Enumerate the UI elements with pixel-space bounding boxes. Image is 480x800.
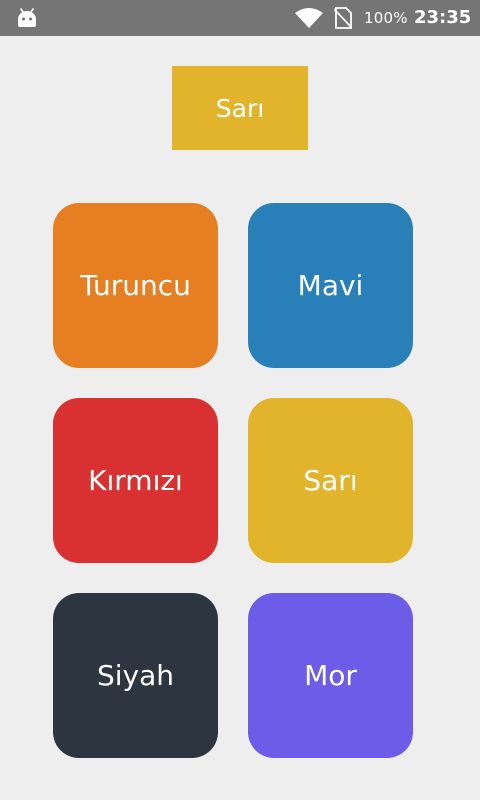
target-color-label: Sarı xyxy=(172,66,308,150)
game-screen: Sarı Turuncu Mavi Kırmızı Sarı Siyah Mor xyxy=(0,36,480,800)
android-icon xyxy=(18,8,36,27)
color-tile-sari[interactable]: Sarı xyxy=(248,398,413,563)
battery-percentage: 100% xyxy=(364,9,408,27)
color-tile-turuncu[interactable]: Turuncu xyxy=(53,203,218,368)
no-sim-icon xyxy=(334,7,352,29)
color-tile-siyah[interactable]: Siyah xyxy=(53,593,218,758)
wifi-icon xyxy=(295,8,323,28)
color-tile-mavi[interactable]: Mavi xyxy=(248,203,413,368)
color-tile-mor[interactable]: Mor xyxy=(248,593,413,758)
status-bar: 100% 23:35 xyxy=(0,0,480,36)
color-tile-kirmizi[interactable]: Kırmızı xyxy=(53,398,218,563)
clock: 23:35 xyxy=(414,7,472,28)
